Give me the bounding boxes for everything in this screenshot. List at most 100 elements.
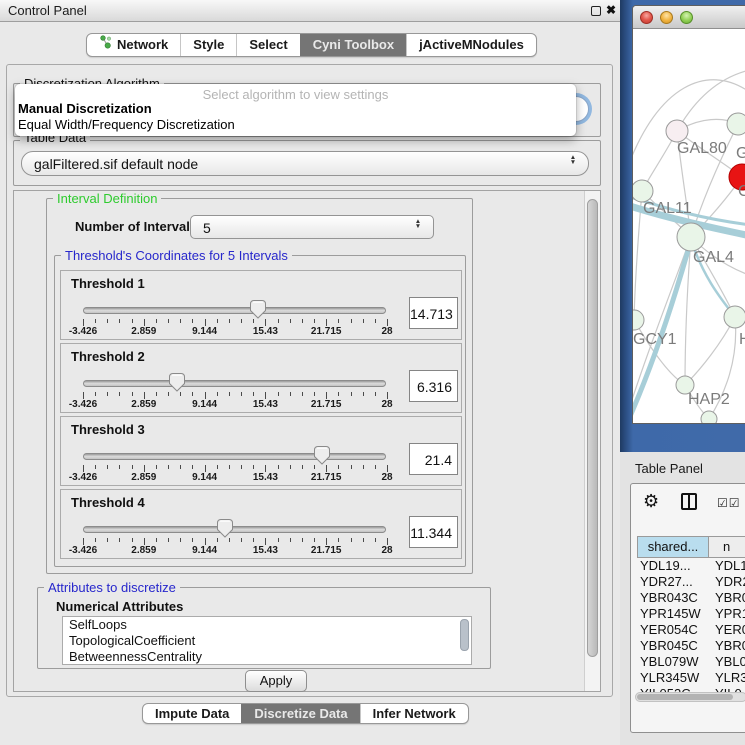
cell-shared-name[interactable]: YBR045C <box>637 638 709 653</box>
scrollbar-thumb[interactable] <box>637 694 733 700</box>
column-header-shared-name[interactable]: shared... <box>637 536 709 558</box>
tab-select[interactable]: Select <box>236 34 299 56</box>
threshold-slider-thumb[interactable] <box>314 446 330 465</box>
float-window-icon[interactable] <box>591 6 601 16</box>
threshold-panel: Threshold 1 -3.4262.8599.14415.4321.7152… <box>60 270 462 340</box>
network-node[interactable] <box>727 113 745 135</box>
settings-scroll-panel: Interval Definition Number of Intervals … <box>13 190 601 692</box>
table-data-combobox[interactable]: galFiltered.sif default node ▲▼ <box>21 151 589 176</box>
zoom-traffic-light-icon[interactable] <box>680 11 693 24</box>
cell-name[interactable]: YDR2 <box>709 574 745 589</box>
close-traffic-light-icon[interactable] <box>640 11 653 24</box>
cell-shared-name[interactable]: YBR043C <box>637 590 709 605</box>
cell-name[interactable]: YBR0 <box>709 638 745 653</box>
attribute-item[interactable]: TopologicalCoefficient <box>63 633 471 649</box>
tab-label: Style <box>193 34 224 56</box>
slider-scale-labels: -3.4262.8599.14415.4321.71528 <box>83 545 387 557</box>
attributes-group-label: Attributes to discretize <box>44 580 180 595</box>
network-node[interactable] <box>724 306 745 328</box>
threshold-slider-track[interactable] <box>83 307 386 314</box>
numerical-attributes-label: Numerical Attributes <box>56 599 183 614</box>
attribute-item[interactable]: SelfLoops <box>63 617 471 633</box>
number-of-intervals-spinner[interactable]: 5 ▲▼ <box>190 215 434 239</box>
minimize-traffic-light-icon[interactable] <box>660 11 673 24</box>
network-canvas[interactable]: GAL80GCGAL11GAL4GCY1HHAP2 <box>633 29 745 423</box>
network-node[interactable] <box>666 120 688 142</box>
cell-shared-name[interactable]: YPR145W <box>637 606 709 621</box>
tab-style[interactable]: Style <box>180 34 236 56</box>
network-node[interactable] <box>677 223 705 251</box>
threshold-value-field[interactable]: 14.713 <box>409 297 458 329</box>
tab-impute-data[interactable]: Impute Data <box>143 704 241 723</box>
select-columns-checkboxes-icon[interactable]: ☑☑ <box>717 496 741 510</box>
threshold-panel: Threshold 3 -3.4262.8599.14415.4321.7152… <box>60 416 462 486</box>
algorithm-option[interactable]: Manual Discretization <box>15 101 576 117</box>
network-node[interactable] <box>633 180 653 202</box>
table-row[interactable]: YPR145WYPR1 <box>637 606 745 622</box>
tab-cyni-toolbox[interactable]: Cyni Toolbox <box>300 34 406 56</box>
cell-shared-name[interactable]: YDL19... <box>637 558 709 573</box>
cell-name[interactable]: YPR1 <box>709 606 745 621</box>
table-row[interactable]: YDL19...YDL1 <box>637 558 745 574</box>
algorithm-option[interactable]: Equal Width/Frequency Discretization <box>15 117 576 133</box>
network-window-titlebar[interactable] <box>633 6 745 29</box>
panel-title: Control Panel <box>8 3 87 18</box>
node-label: GAL4 <box>693 249 734 266</box>
table-row[interactable]: YER054CYER0 <box>637 622 745 638</box>
threshold-value-field[interactable]: 21.4 <box>409 443 458 475</box>
scrollbar-thumb[interactable] <box>587 199 598 657</box>
list-scrollbar[interactable] <box>460 619 469 651</box>
threshold-value-field[interactable]: 11.344 <box>409 516 458 548</box>
table-row[interactable]: YBR043CYBR0 <box>637 590 745 606</box>
cell-shared-name[interactable]: YER054C <box>637 622 709 637</box>
table-horizontal-scrollbar[interactable] <box>635 692 745 702</box>
settings-gear-icon[interactable]: ⚙ <box>643 492 659 510</box>
tab-infer-network[interactable]: Infer Network <box>360 704 468 723</box>
threshold-slider-thumb[interactable] <box>169 373 185 392</box>
cyni-mode-tabs: Impute DataDiscretize DataInfer Network <box>142 703 469 724</box>
column-header-name[interactable]: n <box>709 536 745 558</box>
tab-network[interactable]: Network <box>87 34 180 56</box>
close-icon[interactable]: ✖ <box>606 3 616 17</box>
split-columns-icon[interactable] <box>681 493 697 510</box>
cell-shared-name[interactable]: YBL079W <box>637 654 709 669</box>
threshold-slider-thumb[interactable] <box>217 519 233 538</box>
table-panel: Table Panel ⚙ ☑☑ shared... n YDL19...YDL… <box>620 452 745 745</box>
tab-label: Network <box>117 34 168 56</box>
threshold-slider-track[interactable] <box>83 380 386 387</box>
thresholds-group-label: Threshold's Coordinates for 5 Intervals <box>61 248 292 263</box>
cell-shared-name[interactable]: YDR27... <box>637 574 709 589</box>
threshold-slider-thumb[interactable] <box>250 300 266 319</box>
threshold-slider-track[interactable] <box>83 526 386 533</box>
apply-button[interactable]: Apply <box>245 670 307 692</box>
threshold-panel: Threshold 4 -3.4262.8599.14415.4321.7152… <box>60 489 462 559</box>
table-panel-title: Table Panel <box>635 461 703 476</box>
threshold-label: Threshold 4 <box>71 495 145 510</box>
thresholds-group: Threshold's Coordinates for 5 Intervals … <box>54 255 466 567</box>
threshold-value-field[interactable]: 6.316 <box>409 370 458 402</box>
numerical-attributes-list[interactable]: SelfLoopsTopologicalCoefficientBetweenne… <box>62 616 472 665</box>
network-node[interactable] <box>701 411 717 424</box>
table-row[interactable]: YBR045CYBR0 <box>637 638 745 654</box>
dropdown-options: Manual DiscretizationEqual Width/Frequen… <box>15 101 576 133</box>
cell-name[interactable]: YLR3 <box>709 670 745 685</box>
tab-discretize-data[interactable]: Discretize Data <box>241 704 359 723</box>
number-of-intervals-label: Number of Intervals <box>75 219 197 234</box>
network-node[interactable] <box>633 310 644 330</box>
node-label: GCY1 <box>633 331 677 348</box>
table-data-value: galFiltered.sif default node <box>34 156 198 172</box>
node-label: GAL11 <box>643 200 692 217</box>
table-row[interactable]: YLR345WYLR3 <box>637 670 745 686</box>
cell-shared-name[interactable]: YLR345W <box>637 670 709 685</box>
panel-scrollbar[interactable] <box>584 191 600 691</box>
attribute-item[interactable]: BetweennessCentrality <box>63 649 471 665</box>
cell-name[interactable]: YBL0 <box>709 654 745 669</box>
cell-name[interactable]: YDL1 <box>709 558 745 573</box>
cell-name[interactable]: YBR0 <box>709 590 745 605</box>
cell-name[interactable]: YER0 <box>709 622 745 637</box>
table-row[interactable]: YDR27...YDR2 <box>637 574 745 590</box>
tab-jactivemnodules[interactable]: jActiveMNodules <box>406 34 536 56</box>
threshold-slider-track[interactable] <box>83 453 386 460</box>
node-label: H <box>739 331 745 348</box>
table-row[interactable]: YBL079WYBL0 <box>637 654 745 670</box>
